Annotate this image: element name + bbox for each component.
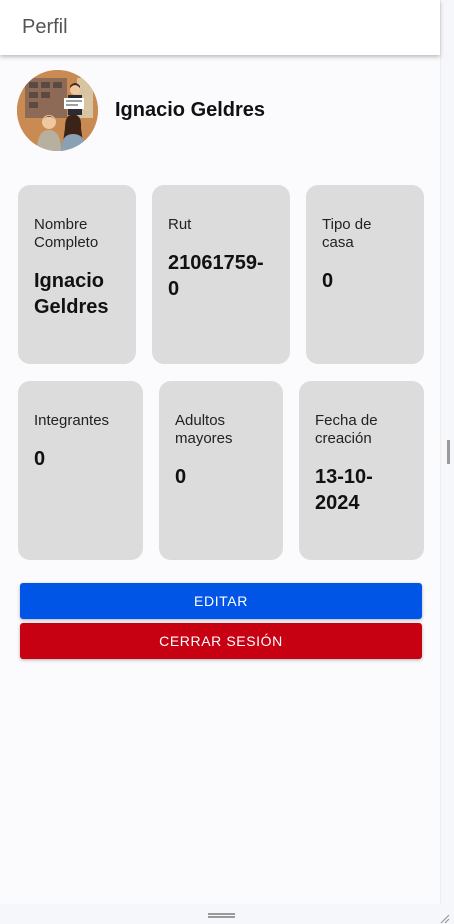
edit-button[interactable]: EDITAR [20,583,422,619]
card-value: Ignacio Geldres [34,270,109,318]
page-title: Perfil [22,16,68,38]
card-value: 0 [34,448,46,470]
card-label: Fecha de creación [315,412,378,447]
card-rut: Rut 21061759-0 [152,185,290,364]
avatar [17,70,98,151]
profile-header: Ignacio Geldres [17,70,265,151]
card-nombre-completo: Nombre Completo Ignacio Geldres [18,185,136,364]
side-resize-handle-icon[interactable] [447,440,450,464]
corner-resize-handle-icon[interactable] [438,912,450,924]
card-adultos-mayores: Adultos mayores 0 [159,381,283,560]
bottom-resize-handle-icon[interactable] [208,913,235,918]
card-label: Nombre Completo [34,216,99,251]
card-fecha-de-creacion: Fecha de creación 13-10-2024 [299,381,424,560]
logout-button[interactable]: CERRAR SESIÓN [20,623,422,659]
card-integrantes: Integrantes 0 [18,381,143,560]
app-screen: Perfil Ignacio Geldres Nombre Completo I… [0,0,441,904]
card-label: Tipo de casa [322,216,372,251]
card-label: Adultos mayores [175,412,233,447]
card-value: 13-10-2024 [315,466,373,514]
card-value: 0 [322,270,334,292]
card-tipo-de-casa: Tipo de casa 0 [306,185,424,364]
avatar-illustration-icon [17,70,98,151]
card-label: Rut [168,216,192,233]
card-value: 21061759-0 [168,252,264,300]
top-app-bar: Perfil [0,0,440,55]
card-label: Integrantes [34,412,110,429]
user-name: Ignacio Geldres [115,99,266,121]
card-value: 0 [175,466,187,488]
